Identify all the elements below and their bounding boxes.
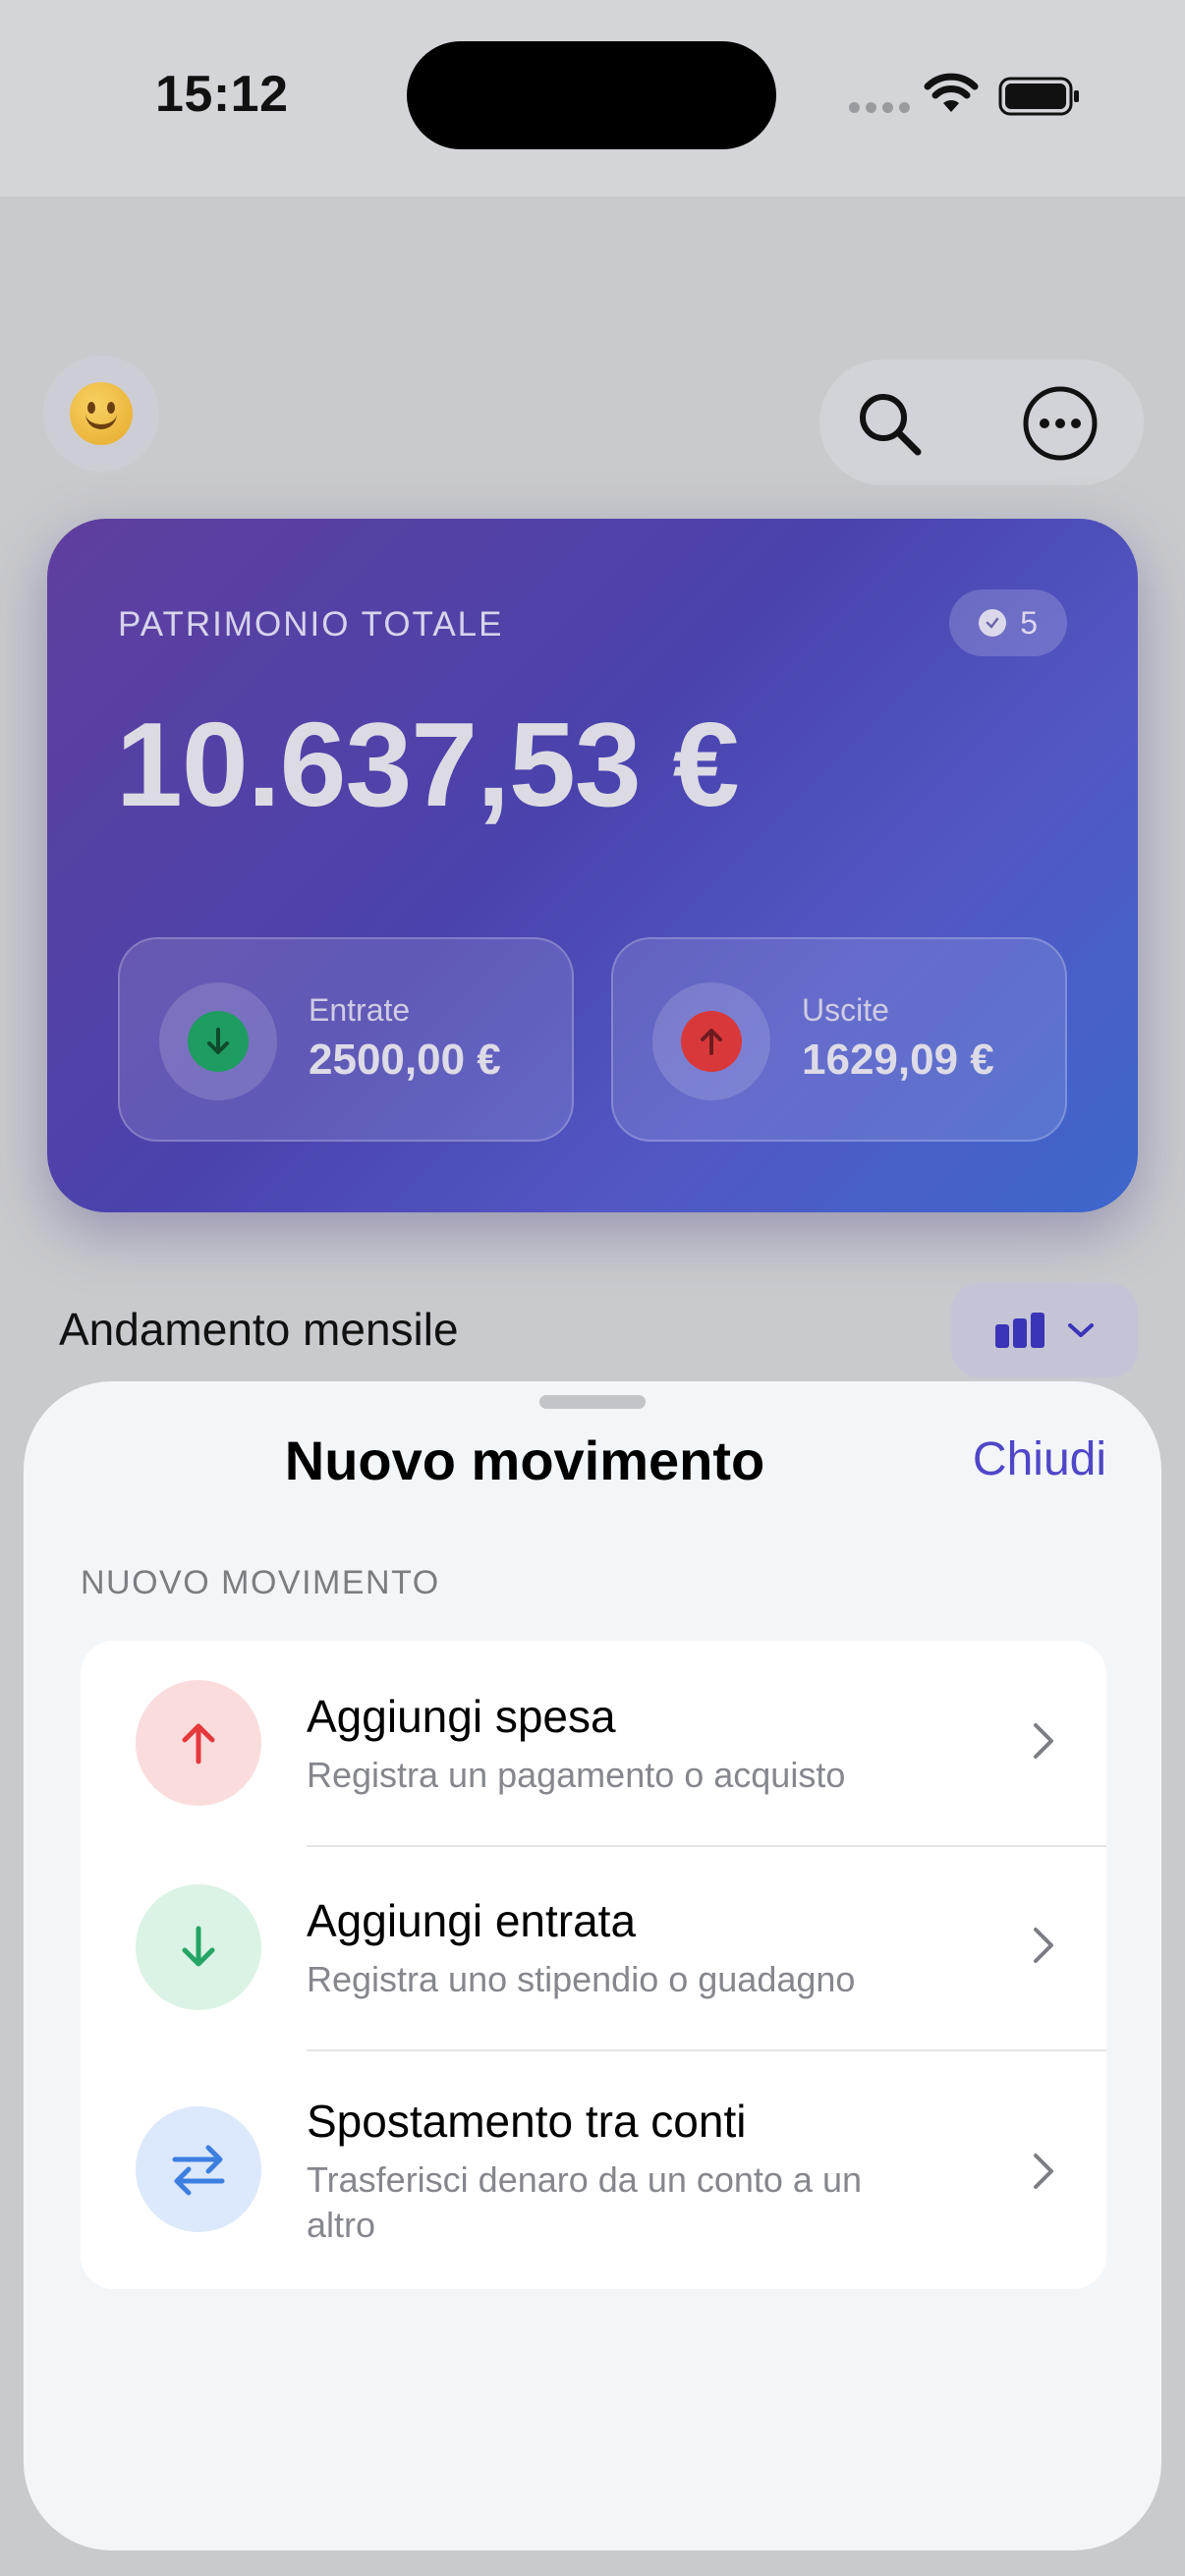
total-amount: 10.637,53 € <box>116 698 739 831</box>
accounts-count-badge[interactable]: 5 <box>949 589 1067 656</box>
expense-label: Uscite <box>802 992 889 1028</box>
dynamic-island <box>407 41 776 149</box>
badge-count: 5 <box>1020 604 1038 641</box>
option-subtitle: Registra un pagamento o acquisto <box>307 1755 846 1795</box>
arrow-up-icon <box>136 1680 261 1806</box>
expense-summary[interactable]: Uscite 1629,09 € <box>611 937 1067 1142</box>
bar-chart-icon <box>995 1313 1044 1348</box>
sheet-grabber[interactable] <box>539 1395 646 1409</box>
search-icon <box>860 394 922 456</box>
chevron-right-icon <box>1034 1928 1053 1963</box>
income-summary[interactable]: Entrate 2500,00 € <box>118 937 574 1142</box>
add-income-option[interactable]: Aggiungi entrata Registra uno stipendio … <box>81 1847 1106 2049</box>
card-label: PATRIMONIO TOTALE <box>118 605 504 644</box>
search-button[interactable] <box>845 379 933 468</box>
options-list: Aggiungi spesa Registra un pagamento o a… <box>81 1641 1106 2289</box>
cellular-signal-icon <box>849 102 910 113</box>
transfer-between-accounts-option[interactable]: Spostamento tra conti Trasferisci denaro… <box>81 2051 1106 2289</box>
avatar-button[interactable] <box>43 356 159 472</box>
chevron-right-icon <box>1034 2154 1053 2189</box>
ellipsis-circle-icon <box>1023 386 1098 461</box>
income-label: Entrate <box>309 992 411 1028</box>
wifi-icon <box>924 73 979 112</box>
arrow-down-icon <box>136 1884 261 2010</box>
option-title: Aggiungi spesa <box>307 1691 616 1742</box>
option-subtitle: Registra uno stipendio o guadagno <box>307 1959 856 1999</box>
more-options-button[interactable] <box>1016 379 1104 468</box>
smiling-face-icon <box>70 382 133 445</box>
arrow-up-icon <box>681 1011 742 1072</box>
status-time: 15:12 <box>155 66 289 123</box>
checkmark-icon <box>979 609 1007 637</box>
chevron-down-icon <box>1068 1323 1094 1337</box>
section-header: NUOVO MOVIMENTO <box>81 1564 440 1601</box>
total-balance-card[interactable]: PATRIMONIO TOTALE 5 10.637,53 € Entrate … <box>47 519 1138 1212</box>
option-title: Spostamento tra conti <box>307 2096 747 2147</box>
expense-value: 1629,09 € <box>802 1036 994 1084</box>
chevron-right-icon <box>1034 1723 1053 1759</box>
add-expense-option[interactable]: Aggiungi spesa Registra un pagamento o a… <box>81 1641 1106 1845</box>
arrow-down-icon <box>188 1011 249 1072</box>
sheet-title: Nuovo movimento <box>284 1429 765 1491</box>
option-subtitle: Trasferisci denaro da un conto a un altr… <box>307 2159 862 2245</box>
battery-icon <box>998 77 1079 116</box>
option-title: Aggiungi entrata <box>307 1895 637 1946</box>
monthly-trend-title: Andamento mensile <box>59 1304 459 1355</box>
new-transaction-sheet: Nuovo movimento Chiudi NUOVO MOVIMENTO A… <box>24 1381 1161 2550</box>
close-button[interactable]: Chiudi <box>973 1432 1106 1486</box>
chart-type-menu-button[interactable] <box>951 1283 1138 1377</box>
income-value: 2500,00 € <box>309 1036 501 1084</box>
arrows-left-right-icon <box>136 2106 261 2232</box>
status-bar: 15:12 <box>0 0 1185 196</box>
